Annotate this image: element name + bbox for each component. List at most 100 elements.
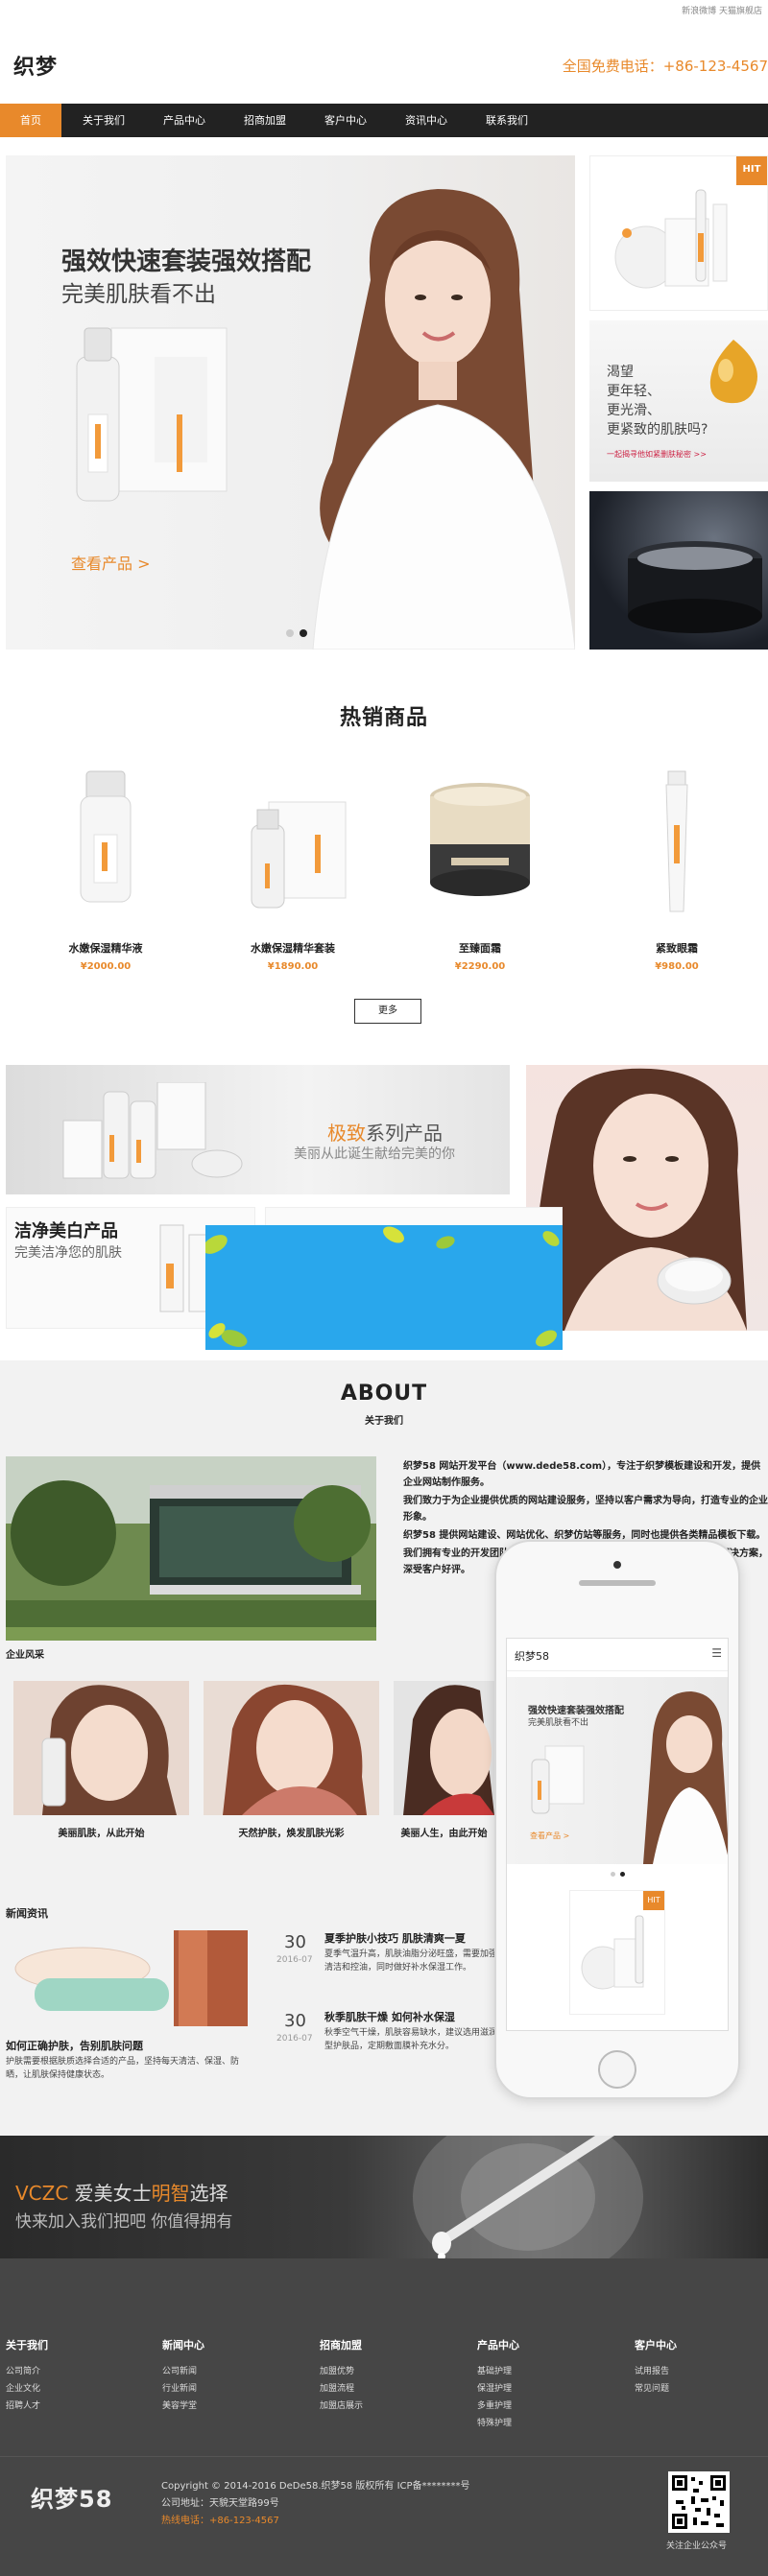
phone-header: 织梦58 ☰: [507, 1639, 728, 1671]
phone-camera: [613, 1561, 621, 1569]
gallery-caption-3[interactable]: 美丽人生，由此开始: [394, 1825, 494, 1839]
footer-link[interactable]: 试用报告: [635, 2364, 669, 2376]
cta-banner[interactable]: VCZC 爱美女士明智选择 快来加入我们把吧 你值得拥有: [0, 2136, 768, 2258]
phone-dot-2[interactable]: [620, 1872, 625, 1877]
news-heading: 新闻资讯: [6, 1907, 48, 1920]
phone-dot-1[interactable]: [611, 1872, 615, 1877]
cream-jar-image: [628, 541, 762, 633]
phone-screen: 织梦58 ☰ 强效快速套装强效搭配 完美肌肤看不出 查看产品 > HIT: [506, 1638, 729, 2031]
slider-dot-1[interactable]: [286, 629, 294, 637]
product-name-4[interactable]: 紧致眼霜: [600, 940, 754, 956]
footer-link[interactable]: 公司新闻: [162, 2364, 197, 2376]
main-nav: 首页 关于我们 产品中心 招商加盟 客户中心 资讯中心 联系我们: [0, 104, 768, 137]
news-feature-image[interactable]: [6, 1930, 248, 2026]
news-month-1: 2016-07: [276, 1955, 313, 1965]
nav-item-franchise[interactable]: 招商加盟: [225, 104, 305, 137]
nav-item-products[interactable]: 产品中心: [144, 104, 225, 137]
footer-link[interactable]: 常见问题: [635, 2381, 669, 2394]
footer-link[interactable]: 加盟优势: [320, 2364, 354, 2376]
footer-col-about-title[interactable]: 关于我们: [6, 2337, 48, 2352]
hero-product-image: [76, 327, 228, 502]
footer-link[interactable]: 招聘人才: [6, 2399, 40, 2411]
phone-hero-subtitle: 完美肌肤看不出: [528, 1718, 589, 1728]
footer-col-products-title[interactable]: 产品中心: [477, 2337, 519, 2352]
hit-badge: HIT: [736, 156, 767, 185]
phone-hero-model: [643, 1691, 728, 1864]
footer-divider: [0, 2456, 768, 2457]
product-image-1[interactable]: [67, 768, 144, 911]
footer-link[interactable]: 多重护理: [477, 2399, 512, 2411]
footer-col-franchise-title[interactable]: 招商加盟: [320, 2337, 362, 2352]
phone-hero-title: 强效快速套装强效搭配: [528, 1706, 624, 1716]
nav-item-about[interactable]: 关于我们: [63, 104, 144, 137]
footer-phone: 热线电话：+86-123-4567: [161, 2516, 279, 2526]
footer-link[interactable]: 加盟店展示: [320, 2399, 363, 2411]
qr-code: [668, 2471, 730, 2533]
phone-logo[interactable]: 织梦58: [515, 1648, 549, 1664]
nav-item-home[interactable]: 首页: [0, 104, 61, 137]
product-price-1: ¥2000.00: [80, 961, 132, 972]
phone-speaker: [579, 1580, 656, 1586]
gallery-caption-2[interactable]: 天然护肤，焕发肌肤光彩: [204, 1825, 379, 1839]
hero-view-products-link[interactable]: 查看产品 >: [71, 551, 151, 574]
product-image-3[interactable]: [422, 777, 538, 902]
footer-link[interactable]: 美容学堂: [162, 2399, 197, 2411]
news-title-1[interactable]: 夏季护肤小技巧 肌肤清爽一夏: [324, 1930, 466, 1946]
about-subtitle: 关于我们: [365, 1416, 403, 1427]
slider-dot-2[interactable]: [300, 629, 307, 637]
footer-address: 公司地址：天貌天堂路99号: [161, 2498, 279, 2509]
essence-drop-icon: [709, 340, 757, 404]
hero-slider[interactable]: 强效快速套装强效搭配 完美肌肤看不出 查看产品 >: [6, 155, 575, 650]
about-building-image[interactable]: [6, 1456, 376, 1641]
side-card-product-image: [614, 189, 728, 289]
phone-hero[interactable]: 强效快速套装强效搭配 完美肌肤看不出 查看产品 >: [507, 1677, 728, 1864]
footer-link[interactable]: 基础护理: [477, 2364, 512, 2376]
hero-subtitle: 完美肌肤看不出: [61, 282, 216, 307]
more-products-button[interactable]: 更多: [354, 999, 421, 1024]
footer-link[interactable]: 保湿护理: [477, 2381, 512, 2394]
footer-link[interactable]: 企业文化: [6, 2381, 40, 2394]
footer-logo: 织梦58: [31, 2486, 113, 2513]
series-banner[interactable]: 极致系列产品 美丽从此诞生献给完美的你: [6, 1065, 510, 1194]
footer-link[interactable]: 行业新闻: [162, 2381, 197, 2394]
cta-title: VCZC 爱美女士明智选择: [15, 2182, 228, 2205]
phone-hero-link[interactable]: 查看产品 >: [530, 1831, 569, 1841]
phone-menu-icon[interactable]: ☰: [711, 1646, 722, 1660]
side-card-cream[interactable]: [589, 491, 768, 650]
leaf-banner[interactable]: [205, 1225, 563, 1350]
product-image-2[interactable]: [240, 796, 355, 911]
top-links[interactable]: 新浪微博 天猫旗舰店: [682, 4, 762, 16]
footer-link[interactable]: 公司简介: [6, 2364, 40, 2376]
series-products-image: [62, 1082, 243, 1179]
footer-link[interactable]: 特殊护理: [477, 2416, 512, 2428]
product-name-2[interactable]: 水嫩保湿精华套装: [216, 940, 370, 956]
footer: [0, 2258, 768, 2576]
site-logo[interactable]: 织梦: [13, 50, 58, 81]
product-name-3[interactable]: 至臻面霜: [403, 940, 557, 956]
about-title: ABOUT: [340, 1382, 428, 1406]
news-feature-title[interactable]: 如何正确护肤，告别肌肤问题: [6, 2038, 143, 2053]
side-card-essence-link[interactable]: 一起揭寻他如紧删肤秘密 >>: [607, 449, 707, 460]
footer-col-news-title[interactable]: 新闻中心: [162, 2337, 204, 2352]
product-name-1[interactable]: 水嫩保湿精华液: [29, 940, 182, 956]
nav-item-contact[interactable]: 联系我们: [467, 104, 547, 137]
phone-hit-badge: HIT: [643, 1891, 664, 1910]
side-card-hit[interactable]: HIT: [589, 155, 768, 311]
gallery-image-3[interactable]: [394, 1681, 494, 1815]
phone-hit-card[interactable]: HIT: [569, 1890, 665, 2015]
gallery-image-1[interactable]: [13, 1681, 189, 1815]
news-text-2: 秋季空气干燥，肌肤容易缺水，建议选用滋润型护肤品，定期敷面膜补充水分。: [324, 2028, 498, 2051]
product-image-4[interactable]: [653, 768, 701, 921]
nav-item-news[interactable]: 资讯中心: [386, 104, 467, 137]
side-card-essence[interactable]: 渴望 更年轻、 更光滑、 更紧致的肌肤吗? 一起揭寻他如紧删肤秘密 >>: [589, 320, 768, 482]
news-text-1: 夏季气温升高，肌肤油脂分泌旺盛，需要加强清洁和控油，同时做好补水保湿工作。: [324, 1950, 498, 1973]
leaf-decoration: [205, 1226, 560, 1347]
news-title-2[interactable]: 秋季肌肤干燥 如何补水保湿: [324, 2009, 455, 2024]
footer-copyright: Copyright © 2014-2016 DeDe58.织梦58 版权所有 I…: [161, 2481, 470, 2492]
nav-item-customer[interactable]: 客户中心: [305, 104, 386, 137]
footer-link[interactable]: 加盟流程: [320, 2381, 354, 2394]
footer-col-customer-title[interactable]: 客户中心: [635, 2337, 677, 2352]
gallery-image-2[interactable]: [204, 1681, 379, 1815]
gallery-caption-1[interactable]: 美丽肌肤，从此开始: [13, 1825, 189, 1839]
news-month-2: 2016-07: [276, 2034, 313, 2044]
